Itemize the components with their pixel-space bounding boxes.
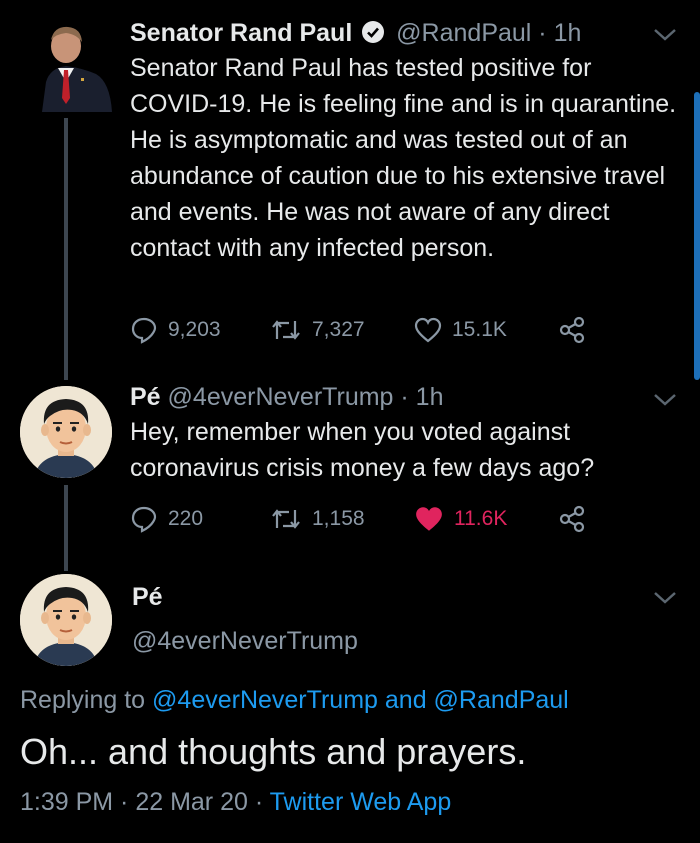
- chevron-down-icon[interactable]: [652, 590, 678, 606]
- heart-filled-icon: [416, 507, 442, 531]
- timestamp[interactable]: 1:39 PM: [20, 788, 113, 816]
- retweet-button[interactable]: 7,327: [270, 317, 365, 343]
- mention-link[interactable]: @RandPaul: [434, 686, 569, 714]
- thread-line: [64, 485, 68, 571]
- tweet-text: Hey, remember when you voted against cor…: [130, 418, 595, 482]
- mention-link[interactable]: @4everNeverTrump: [152, 686, 378, 714]
- display-name[interactable]: Pé: [132, 582, 163, 612]
- reply-count: 220: [168, 507, 204, 530]
- like-button[interactable]: 15.1K: [414, 317, 507, 343]
- tweet-header: Pé @4everNeverTrump · 1h: [130, 383, 444, 411]
- share-icon: [559, 505, 585, 533]
- reply-button[interactable]: 9,203: [130, 316, 221, 344]
- thread-line: [64, 118, 68, 380]
- scrollbar[interactable]: [694, 92, 700, 380]
- share-button[interactable]: [558, 316, 586, 344]
- like-count: 15.1K: [452, 318, 507, 341]
- rand-paul-photo: [36, 20, 116, 112]
- handle[interactable]: @4everNeverTrump: [168, 383, 394, 411]
- share-button[interactable]: [558, 505, 586, 533]
- tweet-meta: 1:39 PM · 22 Mar 20 · Twitter Web App: [20, 788, 452, 816]
- timestamp[interactable]: 1h: [554, 19, 582, 47]
- display-name[interactable]: Senator Rand Paul: [130, 19, 352, 47]
- timestamp[interactable]: 1h: [416, 383, 444, 411]
- reply-icon: [131, 506, 157, 533]
- like-button[interactable]: 11.6K: [414, 505, 507, 533]
- source-link[interactable]: Twitter Web App: [270, 788, 452, 816]
- verified-badge-icon: [361, 20, 385, 51]
- tweet-text: Oh... and thoughts and prayers.: [20, 731, 527, 772]
- date[interactable]: 22 Mar 20: [135, 788, 248, 816]
- reply-icon: [131, 317, 157, 344]
- share-icon: [559, 316, 585, 344]
- avatar[interactable]: [36, 20, 116, 112]
- tweet-actions: 9,203 7,327 15.1K: [130, 314, 630, 346]
- retweet-icon: [272, 320, 300, 340]
- avatar[interactable]: [20, 574, 112, 666]
- retweet-button[interactable]: 1,158: [270, 506, 365, 532]
- tweet-text: Senator Rand Paul has tested positive fo…: [130, 54, 677, 262]
- tweet-header: Senator Rand Paul @RandPaul · 1h: [130, 18, 581, 51]
- tweet-actions: 220 1,158 11.6K: [130, 503, 630, 535]
- display-name[interactable]: Pé: [130, 383, 161, 411]
- reply-count: 9,203: [168, 318, 221, 341]
- avatar[interactable]: [20, 386, 112, 478]
- like-count: 11.6K: [454, 507, 508, 530]
- chevron-down-icon[interactable]: [652, 392, 678, 408]
- cartoon-avatar: [20, 386, 112, 478]
- handle[interactable]: @RandPaul: [396, 19, 531, 47]
- heart-icon: [414, 317, 442, 343]
- cartoon-avatar: [20, 574, 112, 666]
- reply-button[interactable]: 220: [130, 505, 203, 533]
- retweet-icon: [272, 509, 300, 529]
- retweet-count: 7,327: [312, 318, 365, 341]
- chevron-down-icon[interactable]: [652, 27, 678, 43]
- handle[interactable]: @4everNeverTrump: [132, 626, 358, 656]
- replying-to: Replying to @4everNeverTrump and @RandPa…: [20, 686, 569, 714]
- retweet-count: 1,158: [312, 507, 365, 530]
